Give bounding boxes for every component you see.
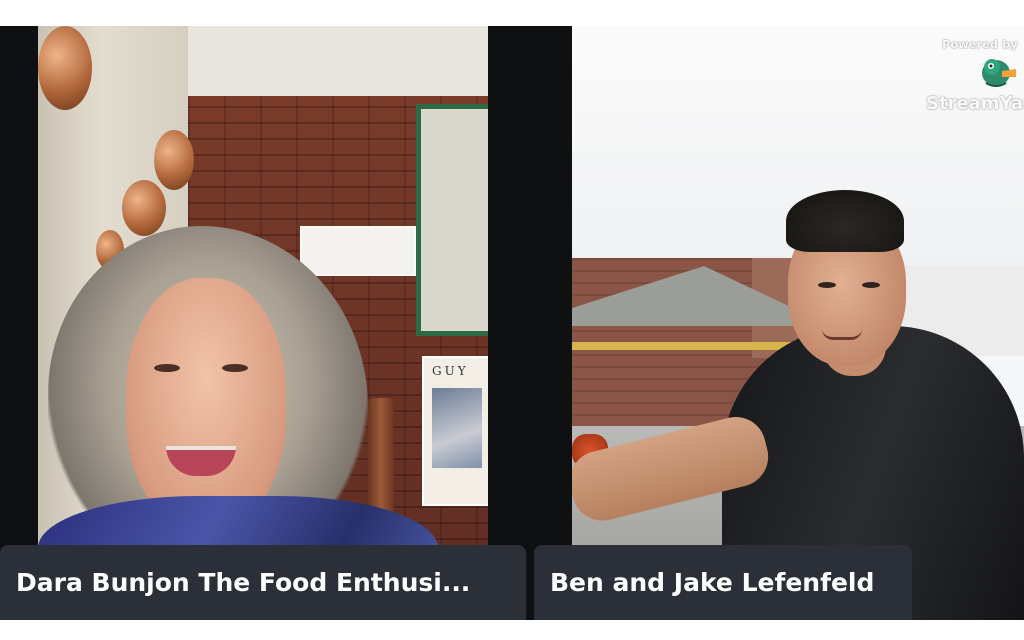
duck-logo-icon [978, 55, 1018, 93]
participant-video-left: GUY [38, 26, 488, 620]
participant-name-text: Dara Bunjon The Food Enthusi... [16, 568, 471, 597]
copper-mold [154, 130, 194, 190]
participant-name-text: Ben and Jake Lefenfeld [550, 568, 875, 597]
watermark-powered-text: Powered by [942, 38, 1018, 51]
green-shelf [416, 104, 488, 336]
copper-pot [38, 26, 92, 110]
yellow-awning [572, 342, 792, 350]
participant-name-label-right: Ben and Jake Lefenfeld [534, 545, 912, 620]
eye [818, 282, 836, 288]
eye [862, 282, 880, 288]
streamyard-watermark: Powered by StreamYard [926, 38, 1024, 130]
picture-frames [300, 226, 416, 276]
person-face [126, 278, 286, 528]
eye [154, 364, 180, 372]
smile [822, 329, 862, 340]
eye [222, 364, 248, 372]
wall-poster: GUY [422, 356, 488, 506]
person-hair [786, 190, 904, 252]
watermark-brand-name: StreamYard [926, 93, 1024, 114]
participant-tile-left[interactable]: GUY [0, 26, 572, 620]
copper-mold [122, 180, 166, 236]
participant-name-label-left: Dara Bunjon The Food Enthusi... [0, 545, 526, 620]
participant-tile-right[interactable]: Powered by StreamYard [572, 26, 1024, 620]
